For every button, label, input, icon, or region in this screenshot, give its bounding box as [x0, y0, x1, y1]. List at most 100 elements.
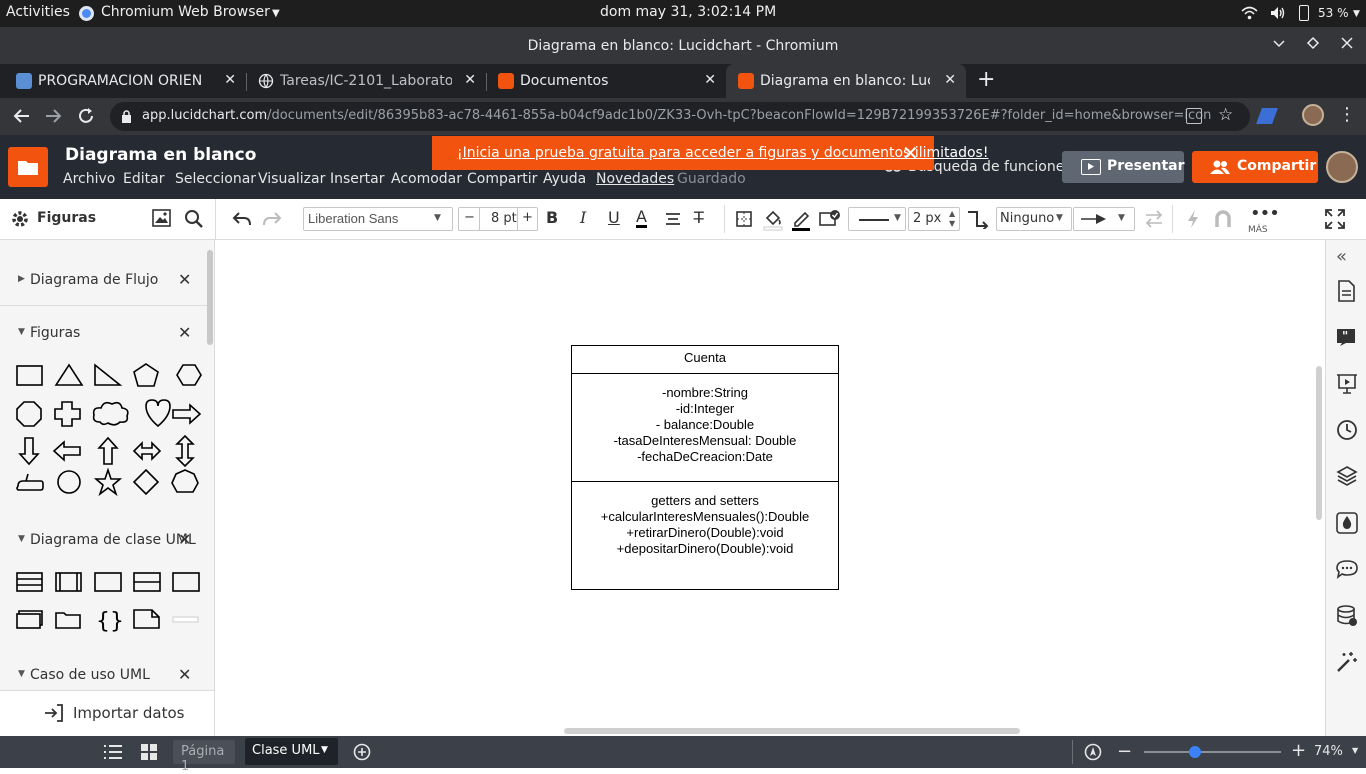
- redo-icon[interactable]: [262, 211, 282, 227]
- back-icon[interactable]: [12, 108, 30, 124]
- clock[interactable]: dom may 31, 3:02:14 PM: [600, 4, 776, 20]
- uml-methods-section[interactable]: getters and setters +calcularInteresMens…: [572, 482, 838, 589]
- magnet-icon[interactable]: [1214, 210, 1232, 228]
- presentation-icon[interactable]: [1336, 373, 1358, 395]
- wifi-icon[interactable]: [1241, 6, 1258, 20]
- font-size-stepper[interactable]: − 8 pt +: [458, 207, 538, 231]
- close-icon[interactable]: ✕: [178, 530, 191, 549]
- menu-acomodar[interactable]: Acomodar: [391, 171, 462, 187]
- font-family-select[interactable]: Liberation Sans ▼: [303, 207, 453, 231]
- activities-button[interactable]: Activities: [6, 4, 70, 20]
- browser-menu-icon[interactable]: ⋮: [1338, 104, 1356, 125]
- lock-icon[interactable]: [121, 110, 132, 123]
- section-diagrama-de-flujo[interactable]: ▶ Diagrama de Flujo ✕: [0, 260, 207, 300]
- text-color-icon[interactable]: A: [636, 208, 647, 228]
- system-menu-caret-icon[interactable]: ▼: [1353, 9, 1360, 19]
- line-color-icon[interactable]: [791, 209, 811, 231]
- layers-icon[interactable]: [1336, 465, 1358, 487]
- italic-icon[interactable]: I: [580, 208, 586, 227]
- navigation-compass-icon[interactable]: [1084, 743, 1102, 761]
- tab-documentos[interactable]: Documentos ✕: [486, 64, 726, 98]
- arrow-end-select[interactable]: ▼: [1073, 207, 1135, 231]
- add-page-icon[interactable]: [353, 743, 371, 761]
- section-figuras[interactable]: ▼ Figuras ✕: [0, 313, 207, 353]
- text-options-icon[interactable]: T̶: [694, 208, 704, 227]
- history-clock-icon[interactable]: [1336, 419, 1358, 441]
- image-icon[interactable]: [152, 209, 171, 227]
- line-style-select[interactable]: ▼: [848, 207, 906, 231]
- page-tab-1[interactable]: Página 1: [173, 740, 235, 774]
- data-linking-icon[interactable]: [1336, 605, 1358, 627]
- present-button[interactable]: Presentar: [1062, 151, 1185, 183]
- volume-icon[interactable]: [1270, 6, 1286, 20]
- undo-icon[interactable]: [232, 211, 252, 227]
- fill-color-icon[interactable]: [763, 209, 783, 231]
- lightning-icon[interactable]: [1186, 209, 1200, 229]
- magic-wand-icon[interactable]: [1336, 651, 1358, 673]
- tab-tareas[interactable]: Tareas/IC-2101_Laboratorio ✕: [246, 64, 486, 98]
- collapse-rail-icon[interactable]: «: [1336, 246, 1358, 268]
- page-grid-icon[interactable]: [140, 743, 158, 761]
- fullscreen-icon[interactable]: [1325, 209, 1345, 229]
- uml-class-name-section[interactable]: Cuenta: [572, 346, 838, 374]
- underline-icon[interactable]: U: [608, 208, 620, 227]
- page-tab-2[interactable]: Clase UML ▼: [245, 738, 338, 765]
- close-window-icon[interactable]: [1340, 36, 1354, 50]
- style-droplet-icon[interactable]: [1336, 512, 1358, 534]
- tab-close-icon[interactable]: ✕: [704, 72, 716, 88]
- page-list-icon[interactable]: [103, 744, 123, 760]
- close-icon[interactable]: ✕: [178, 270, 191, 289]
- more-dots-icon[interactable]: •••: [1250, 203, 1280, 224]
- tab-programacion[interactable]: PROGRAMACION ORIEN ✕: [4, 64, 246, 98]
- promo-close-icon[interactable]: ✕: [902, 141, 919, 165]
- tab-close-icon[interactable]: ✕: [464, 72, 476, 88]
- zoom-slider-track[interactable]: [1144, 751, 1281, 753]
- address-bar[interactable]: app.lucidchart.com/documents/edit/86395b…: [110, 102, 1250, 131]
- lucidchart-logo[interactable]: [8, 147, 48, 187]
- profile-avatar[interactable]: [1302, 104, 1324, 126]
- menu-insertar[interactable]: Insertar: [330, 171, 385, 187]
- comments-icon[interactable]: [1336, 559, 1358, 581]
- import-data-button[interactable]: Importar datos: [0, 690, 214, 736]
- gear-icon[interactable]: [10, 209, 30, 229]
- extension-icon[interactable]: [1256, 108, 1278, 124]
- page-menu-caret-icon[interactable]: ▼: [321, 745, 328, 755]
- reload-icon[interactable]: [77, 107, 95, 125]
- document-title[interactable]: Diagrama en blanco: [65, 145, 256, 165]
- forward-icon[interactable]: [45, 108, 63, 124]
- section-caso-de-uso-uml[interactable]: ▼ Caso de uso UML ✕: [0, 655, 207, 695]
- increase-size-icon[interactable]: +: [522, 210, 533, 225]
- share-button[interactable]: Compartir: [1192, 151, 1318, 183]
- vertical-scrollbar[interactable]: [1316, 366, 1322, 520]
- zoom-out-icon[interactable]: −: [1117, 741, 1132, 762]
- menu-archivo[interactable]: Archivo: [63, 171, 115, 187]
- panel-scrollbar[interactable]: [207, 250, 213, 345]
- search-icon[interactable]: [184, 209, 204, 229]
- tab-close-icon[interactable]: ✕: [944, 72, 956, 88]
- user-avatar[interactable]: [1326, 151, 1358, 183]
- menu-ayuda[interactable]: Ayuda: [543, 171, 586, 187]
- bookmark-star-icon[interactable]: ☆: [1218, 105, 1233, 125]
- close-icon[interactable]: ✕: [178, 665, 191, 684]
- battery-icon[interactable]: [1299, 5, 1309, 21]
- close-icon[interactable]: ✕: [178, 323, 191, 342]
- more-label[interactable]: MÁS: [1248, 225, 1268, 235]
- zoom-in-icon[interactable]: +: [1291, 740, 1306, 761]
- arrow-start-select[interactable]: Ninguno ▼: [996, 207, 1072, 231]
- menu-editar[interactable]: Editar: [123, 171, 164, 187]
- minimize-icon[interactable]: [1272, 36, 1286, 50]
- align-center-icon[interactable]: [665, 211, 681, 227]
- horizontal-scrollbar[interactable]: [564, 728, 1020, 734]
- border-style-icon[interactable]: [735, 210, 753, 228]
- uml-class-cuenta[interactable]: Cuenta -nombre:String -id:Integer - bala…: [571, 345, 839, 590]
- connector-style-icon[interactable]: [967, 209, 989, 229]
- diagram-canvas[interactable]: Cuenta -nombre:String -id:Integer - bala…: [216, 240, 1325, 736]
- line-width-select[interactable]: 2 px ▲ ▼: [908, 207, 960, 231]
- new-tab-button[interactable]: +: [977, 67, 995, 92]
- maximize-icon[interactable]: [1306, 36, 1320, 50]
- translate-icon[interactable]: [1186, 108, 1202, 124]
- app-menu-label[interactable]: Chromium Web Browser: [101, 4, 270, 20]
- menu-seleccionar[interactable]: Seleccionar: [175, 171, 256, 187]
- section-diagrama-de-clase-uml[interactable]: ▼ Diagrama de clase UML ✕: [0, 520, 207, 560]
- uml-attributes-section[interactable]: -nombre:String -id:Integer - balance:Dou…: [572, 374, 838, 482]
